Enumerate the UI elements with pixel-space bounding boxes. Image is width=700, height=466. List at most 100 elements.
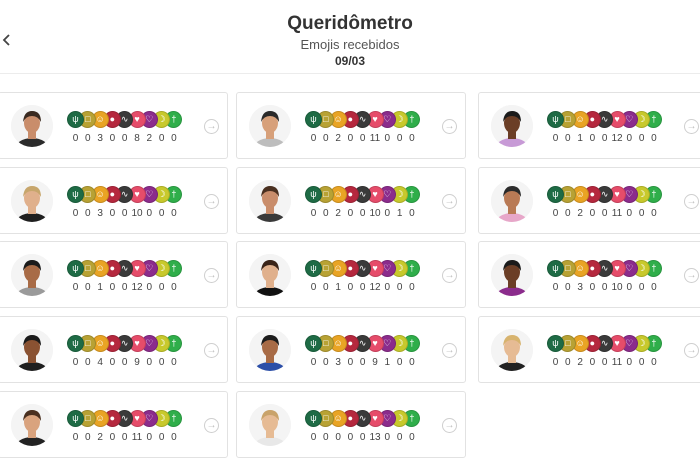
participant-card[interactable]: ψ □ ☺ ● ∿ ♥ ♡ ☽ † 0 0 3 0 0 9 1 0 0 → [236, 316, 466, 383]
plant-icon: ψ [305, 186, 322, 203]
emoji-count: 0 [589, 357, 596, 368]
participant-card[interactable]: ψ □ ☺ ● ∿ ♥ ♡ ☽ † 0 0 2 0 0 11 0 0 0 → [0, 391, 228, 458]
emoji-count: 0 [85, 432, 91, 443]
arrow-right-icon[interactable]: → [442, 418, 457, 433]
emoji-count: 8 [134, 133, 140, 144]
emoji-count: 0 [171, 208, 177, 219]
emoji-count: 0 [565, 357, 571, 368]
emoji-count: 0 [638, 208, 645, 219]
plant-icon: ψ [547, 335, 564, 352]
emoji-count: 0 [109, 282, 116, 293]
avatar [491, 329, 533, 371]
avatar [249, 254, 291, 296]
participant-card[interactable]: ψ □ ☺ ● ∿ ♥ ♡ ☽ † 0 0 4 0 0 9 0 0 0 → [0, 316, 228, 383]
emoji-count: 4 [97, 357, 103, 368]
emoji-count: 0 [601, 133, 608, 144]
emoji-count: 0 [638, 133, 645, 144]
emoji-count: 1 [384, 357, 391, 368]
arrow-right-icon[interactable]: → [684, 119, 699, 134]
participant-card[interactable]: ψ □ ☺ ● ∿ ♥ ♡ ☽ † 0 0 2 0 0 10 0 1 0 → [236, 167, 466, 234]
avatar [11, 105, 53, 147]
avatar [249, 329, 291, 371]
emoji-count: 0 [626, 282, 633, 293]
emoji-count: 0 [359, 432, 366, 443]
emoji-count: 0 [85, 208, 91, 219]
emoji-count: 0 [601, 208, 608, 219]
plant-icon: ψ [67, 111, 84, 128]
participant-card[interactable]: ψ □ ☺ ● ∿ ♥ ♡ ☽ † 0 0 3 0 0 8 2 0 0 → [0, 92, 228, 159]
emoji-count: 0 [565, 282, 571, 293]
participant-card[interactable]: ψ □ ☺ ● ∿ ♥ ♡ ☽ † 0 0 3 0 0 10 0 0 0 → [0, 167, 228, 234]
emoji-count: 0 [409, 133, 415, 144]
plant-icon: ψ [67, 335, 84, 352]
emoji-count: 3 [97, 133, 103, 144]
emoji-count: 0 [347, 357, 354, 368]
participant-card[interactable]: ψ □ ☺ ● ∿ ♥ ♡ ☽ † 0 0 1 0 0 12 0 0 0 → [0, 241, 228, 308]
emoji-count: 0 [85, 357, 91, 368]
participant-card[interactable]: ψ □ ☺ ● ∿ ♥ ♡ ☽ † 0 0 2 0 0 11 0 0 0 → [236, 92, 466, 159]
emoji-count: 0 [323, 133, 329, 144]
emoji-count: 0 [158, 357, 165, 368]
arrow-right-icon[interactable]: → [204, 194, 219, 209]
emoji-count: 0 [146, 208, 153, 219]
emoji-count: 9 [372, 357, 378, 368]
emoji-count: 0 [171, 282, 177, 293]
emoji-count: 3 [335, 357, 341, 368]
plant-icon: ψ [67, 410, 84, 427]
emoji-count: 0 [323, 208, 329, 219]
emoji-count: 12 [369, 282, 381, 293]
arrow-right-icon[interactable]: → [442, 119, 457, 134]
arrow-right-icon[interactable]: → [684, 194, 699, 209]
avatar [11, 404, 53, 446]
plant-icon: ψ [305, 410, 322, 427]
emoji-count: 0 [146, 357, 153, 368]
avatar [491, 105, 533, 147]
emoji-count: 0 [146, 432, 153, 443]
avatar [491, 254, 533, 296]
participant-card[interactable]: ψ □ ☺ ● ∿ ♥ ♡ ☽ † 0 0 2 0 0 11 0 0 0 → [478, 316, 700, 383]
emoji-count: 0 [121, 133, 128, 144]
emoji-count: 0 [158, 282, 165, 293]
emoji-count: 0 [651, 208, 657, 219]
emoji-count: 0 [310, 432, 317, 443]
emoji-count: 0 [171, 357, 177, 368]
participant-card[interactable]: ψ □ ☺ ● ∿ ♥ ♡ ☽ † 0 0 1 0 0 12 0 0 0 → [236, 241, 466, 308]
emoji-count: 9 [134, 357, 140, 368]
arrow-right-icon[interactable]: → [684, 268, 699, 283]
arrow-right-icon[interactable]: → [204, 268, 219, 283]
arrow-right-icon[interactable]: → [204, 119, 219, 134]
emoji-count: 0 [552, 282, 559, 293]
emoji-count: 11 [369, 133, 381, 144]
emoji-count: 0 [601, 282, 608, 293]
emoji-count: 0 [109, 432, 116, 443]
emoji-count: 0 [396, 133, 403, 144]
arrow-right-icon[interactable]: → [684, 343, 699, 358]
arrow-right-icon[interactable]: → [204, 418, 219, 433]
emoji-count: 0 [323, 357, 329, 368]
emoji-count: 0 [347, 208, 354, 219]
emoji-count: 0 [651, 133, 657, 144]
emoji-count: 2 [577, 357, 583, 368]
emoji-count: 0 [72, 208, 79, 219]
emoji-count: 0 [638, 282, 645, 293]
participant-card[interactable]: ψ □ ☺ ● ∿ ♥ ♡ ☽ † 0 0 3 0 0 10 0 0 0 → [478, 241, 700, 308]
arrow-right-icon[interactable]: → [442, 194, 457, 209]
emoji-count: 0 [396, 357, 403, 368]
participant-card[interactable]: ψ □ ☺ ● ∿ ♥ ♡ ☽ † 0 0 1 0 0 12 0 0 0 → [478, 92, 700, 159]
arrow-right-icon[interactable]: → [442, 268, 457, 283]
emoji-count: 0 [384, 282, 391, 293]
emoji-count: 0 [396, 282, 403, 293]
emoji-count: 13 [369, 432, 381, 443]
emoji-count: 0 [109, 208, 116, 219]
participant-card[interactable]: ψ □ ☺ ● ∿ ♥ ♡ ☽ † 0 0 2 0 0 11 0 0 0 → [478, 167, 700, 234]
plant-icon: ψ [547, 260, 564, 277]
plant-icon: ψ [305, 335, 322, 352]
page-subtitle: Emojis recebidos [300, 37, 400, 52]
emoji-count: 0 [335, 432, 341, 443]
arrow-right-icon[interactable]: → [204, 343, 219, 358]
arrow-right-icon[interactable]: → [442, 343, 457, 358]
participant-card[interactable]: ψ □ ☺ ● ∿ ♥ ♡ ☽ † 0 0 0 0 0 13 0 0 0 → [236, 391, 466, 458]
emoji-count: 0 [384, 432, 391, 443]
emoji-count: 0 [347, 282, 354, 293]
plant-icon: ψ [547, 186, 564, 203]
